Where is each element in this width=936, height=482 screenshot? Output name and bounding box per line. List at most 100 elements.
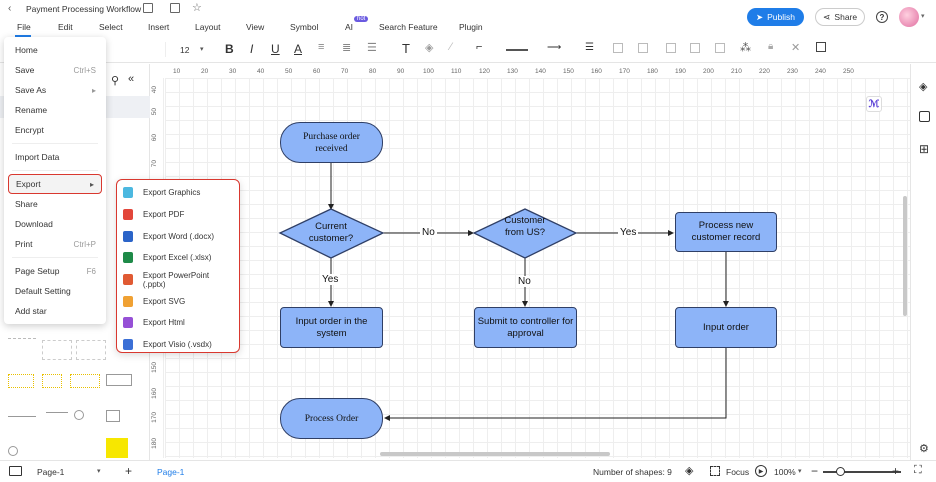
file-menu-share[interactable]: Share (4, 194, 106, 214)
file-menu-rename[interactable]: Rename (4, 100, 106, 120)
tools-icon[interactable]: ✕ (791, 41, 800, 54)
size-icon[interactable] (715, 43, 725, 53)
canvas[interactable] (165, 78, 910, 458)
zoom-level[interactable]: 100% (774, 467, 796, 477)
file-menu-download[interactable]: Download (4, 214, 106, 234)
avatar-dropdown-icon[interactable]: ▾ (921, 12, 925, 20)
menu-select[interactable]: Select (99, 22, 123, 32)
arrange-icon[interactable] (638, 43, 648, 53)
zoom-out-icon[interactable]: − (811, 464, 818, 478)
zoom-slider[interactable] (823, 471, 901, 473)
menu-plugin[interactable]: Plugin (459, 22, 483, 32)
ai-assistant-icon[interactable]: ℳ (866, 96, 882, 112)
file-menu-save[interactable]: Save Ctrl+S (4, 60, 106, 80)
shape-thumb[interactable] (106, 410, 120, 422)
shape-thumb[interactable] (8, 374, 34, 388)
collapse-panel-icon[interactable]: « (128, 73, 134, 85)
connector-icon[interactable]: ⌐ (476, 41, 482, 53)
font-family-select[interactable] (104, 42, 166, 57)
text-spacing-icon[interactable]: ≣ (342, 41, 351, 54)
play-icon[interactable]: ▶ (755, 465, 767, 477)
menu-file[interactable]: File (17, 22, 31, 32)
export-word[interactable]: Export Word (.docx) (117, 225, 239, 247)
page-tab[interactable]: Page-1 (157, 467, 184, 477)
export-visio[interactable]: Export Visio (.vsdx) (117, 334, 239, 356)
settings-panel-icon[interactable]: ⚙ (919, 442, 929, 455)
line-width-icon[interactable]: ☰ (585, 42, 594, 53)
back-icon[interactable]: ‹ (8, 3, 11, 14)
vertical-align-icon[interactable]: ☰ (367, 41, 377, 54)
fill-icon[interactable]: ◈ (425, 41, 433, 54)
zoom-slider-handle[interactable] (836, 467, 845, 476)
shape-thumb[interactable] (42, 340, 72, 360)
file-menu-import-data[interactable]: Import Data (4, 147, 106, 167)
publish-button[interactable]: ➤ Publish (747, 8, 804, 26)
font-size-dropdown-icon[interactable]: ▾ (200, 45, 204, 53)
shape-thumb[interactable] (8, 446, 18, 456)
focus-label[interactable]: Focus (726, 467, 749, 477)
menu-search-feature[interactable]: Search Feature (379, 22, 438, 32)
node-purchase-order-received[interactable]: Purchase order received (280, 122, 383, 163)
distribute-icon[interactable] (690, 43, 700, 53)
shape-thumb[interactable] (74, 410, 84, 420)
layers-icon[interactable]: ◈ (685, 464, 693, 477)
shape-thumb[interactable] (46, 412, 68, 413)
shape-thumb[interactable] (42, 374, 62, 388)
font-color-icon[interactable]: A (294, 42, 302, 56)
file-menu-print[interactable]: Print Ctrl+P (4, 234, 106, 254)
star-icon[interactable]: ☆ (192, 1, 202, 14)
file-menu-default-setting[interactable]: Default Setting (4, 281, 106, 301)
help-icon[interactable]: ? (876, 11, 888, 23)
format-painter-icon[interactable] (816, 42, 826, 52)
node-input-order[interactable]: Input order (675, 307, 777, 348)
underline-icon[interactable]: U (271, 42, 280, 56)
shape-thumb[interactable] (76, 340, 106, 360)
node-process-new-customer-record[interactable]: Process new customer record (675, 212, 777, 252)
lock-icon[interactable]: 🔒︎ (768, 41, 773, 52)
file-menu-export[interactable]: Export ▸ (8, 174, 102, 194)
shape-thumb[interactable] (106, 374, 132, 386)
zoom-in-icon[interactable]: + (892, 464, 899, 478)
page-select[interactable]: Page-1 (37, 467, 64, 477)
avatar[interactable] (899, 7, 919, 27)
shape-thumb[interactable] (8, 416, 36, 417)
fill-panel-icon[interactable]: ◈ (919, 80, 927, 93)
shape-thumb[interactable] (106, 438, 128, 458)
shape-thumb[interactable] (70, 374, 100, 388)
node-input-order-in-system[interactable]: Input order in the system (280, 307, 383, 348)
export-svg[interactable]: Export SVG (117, 290, 239, 312)
save-icon[interactable] (143, 3, 153, 13)
font-size-value[interactable]: 12 (180, 45, 189, 55)
grid-panel-icon[interactable]: ⊞ (919, 142, 929, 156)
line-color-icon[interactable]: ⁄ (450, 41, 452, 53)
menu-edit[interactable]: Edit (58, 22, 73, 32)
file-menu-page-setup[interactable]: Page Setup F6 (4, 261, 106, 281)
zoom-dropdown-icon[interactable]: ▾ (798, 467, 802, 475)
node-submit-to-controller[interactable]: Submit to controller for approval (474, 307, 577, 348)
export-powerpoint[interactable]: Export PowerPoint (.pptx) (117, 269, 239, 291)
export-excel[interactable]: Export Excel (.xlsx) (117, 247, 239, 269)
horizontal-scrollbar[interactable] (380, 452, 610, 456)
bold-icon[interactable]: B (225, 42, 234, 56)
open-external-icon[interactable] (170, 3, 180, 13)
align-objects-icon[interactable] (666, 43, 676, 53)
menu-insert[interactable]: Insert (148, 22, 169, 32)
menu-symbol[interactable]: Symbol (290, 22, 318, 32)
page-panel-icon[interactable] (9, 466, 22, 476)
node-process-order[interactable]: Process Order (280, 398, 383, 439)
share-button[interactable]: ⋖ Share (815, 8, 865, 26)
menu-ai[interactable]: AI (345, 22, 353, 32)
align-icon[interactable]: ≡ (318, 41, 324, 53)
fullscreen-icon[interactable]: ⛶ (914, 464, 922, 477)
more-options-icon[interactable]: ⁂ (740, 41, 751, 54)
file-menu-encrypt[interactable]: Encrypt (4, 120, 106, 140)
export-graphics[interactable]: Export Graphics (117, 182, 239, 204)
style-panel-icon[interactable] (919, 111, 930, 122)
add-page-icon[interactable]: + (125, 464, 132, 478)
line-style-icon[interactable] (506, 49, 528, 51)
vertical-scrollbar[interactable] (903, 196, 907, 316)
page-select-dropdown-icon[interactable]: ▾ (97, 467, 101, 475)
arrow-style-icon[interactable]: ⟶ (547, 42, 561, 53)
menu-view[interactable]: View (246, 22, 264, 32)
group-icon[interactable] (613, 43, 623, 53)
